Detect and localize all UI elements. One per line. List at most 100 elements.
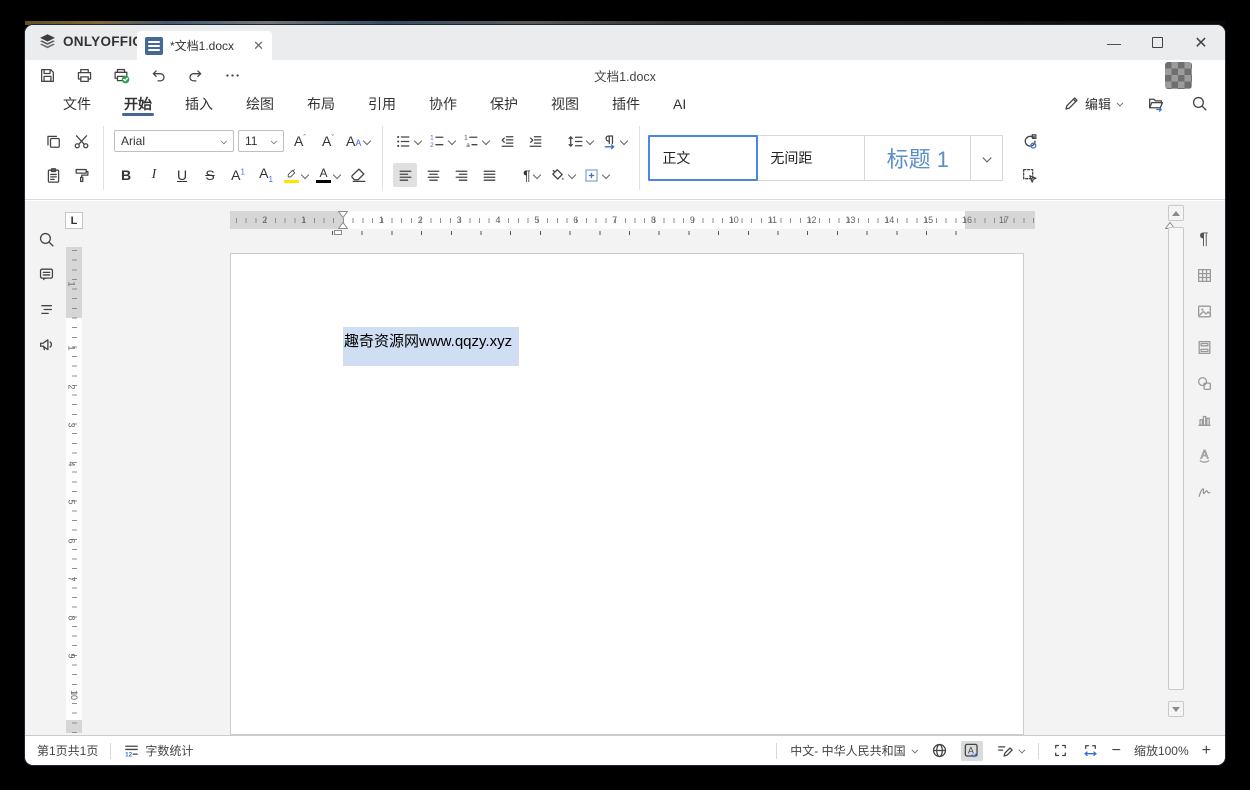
- word-count-button[interactable]: 12 字数统计: [123, 742, 193, 759]
- clear-style-button[interactable]: [346, 163, 370, 187]
- font-size-select[interactable]: 11: [238, 130, 284, 152]
- language-selector[interactable]: 中文- 中华人民共和国: [790, 742, 917, 759]
- borders-button[interactable]: [581, 163, 611, 187]
- ruler-number: 10: [728, 215, 739, 225]
- font-color-button[interactable]: A: [314, 163, 342, 187]
- style-heading1[interactable]: 标题 1: [865, 135, 972, 181]
- italic-button[interactable]: I: [142, 163, 166, 187]
- scroll-up-button[interactable]: [1168, 205, 1184, 221]
- zoom-label[interactable]: 缩放100%: [1134, 742, 1189, 759]
- first-line-indent-marker[interactable]: [338, 211, 348, 218]
- align-center-button[interactable]: [421, 163, 445, 187]
- zoom-out-button[interactable]: −: [1112, 742, 1121, 760]
- style-gallery-expand-button[interactable]: [971, 135, 1004, 181]
- increase-font-size-button[interactable]: Aˆ: [288, 129, 312, 153]
- more-actions-button[interactable]: [220, 63, 244, 87]
- fit-page-button[interactable]: [1052, 742, 1069, 759]
- find-replace-button[interactable]: [1017, 129, 1041, 153]
- scrollbar-thumb[interactable]: [1168, 227, 1184, 690]
- user-avatar[interactable]: [1165, 62, 1192, 89]
- superscript-button[interactable]: A1: [226, 163, 250, 187]
- tab-stop-selector[interactable]: L: [65, 212, 83, 229]
- select-all-button[interactable]: [1017, 163, 1041, 187]
- tab-close-icon[interactable]: ✕: [253, 38, 264, 54]
- numbered-list-button[interactable]: 12: [427, 129, 457, 153]
- tab-protection[interactable]: 保护: [478, 90, 530, 117]
- find-panel-button[interactable]: [33, 227, 59, 251]
- undo-button[interactable]: [146, 63, 170, 87]
- set-document-language-button[interactable]: [931, 742, 948, 759]
- minimize-button[interactable]: —: [1106, 35, 1122, 51]
- editing-mode-dropdown[interactable]: 编辑: [1063, 94, 1123, 113]
- print-button[interactable]: [72, 63, 96, 87]
- save-button[interactable]: [35, 63, 59, 87]
- tab-file[interactable]: 文件: [51, 90, 103, 117]
- quick-print-button[interactable]: [109, 63, 133, 87]
- redo-button[interactable]: [183, 63, 207, 87]
- justify-button[interactable]: [477, 163, 501, 187]
- font-name-select[interactable]: Arial: [114, 130, 234, 152]
- tab-plugins[interactable]: 插件: [600, 90, 652, 117]
- tab-collaboration[interactable]: 协作: [417, 90, 469, 117]
- tab-home[interactable]: 开始: [112, 90, 164, 117]
- navigation-panel-button[interactable]: [33, 297, 59, 321]
- tab-draw[interactable]: 绘图: [234, 90, 286, 117]
- format-painter-button[interactable]: [69, 163, 93, 187]
- document-tab[interactable]: *文档1.docx ✕: [137, 31, 272, 60]
- vertical-scrollbar[interactable]: [1168, 205, 1184, 733]
- search-icon[interactable]: [1187, 92, 1211, 116]
- paragraph-direction-button[interactable]: [599, 129, 629, 153]
- copy-button[interactable]: [41, 129, 65, 153]
- multilevel-list-button[interactable]: 1a: [461, 129, 491, 153]
- text-art-settings-button[interactable]: A: [1191, 443, 1217, 467]
- header-footer-settings-button[interactable]: [1191, 335, 1217, 359]
- open-file-location-button[interactable]: [1143, 92, 1167, 116]
- chart-settings-button[interactable]: [1191, 407, 1217, 431]
- tab-references[interactable]: 引用: [356, 90, 408, 117]
- highlight-color-button[interactable]: [282, 163, 310, 187]
- paragraph-settings-button[interactable]: ¶: [1191, 227, 1217, 251]
- underline-button[interactable]: U: [170, 163, 194, 187]
- spell-check-button[interactable]: A: [960, 740, 983, 761]
- decrease-indent-button[interactable]: [495, 129, 519, 153]
- line-spacing-button[interactable]: [565, 129, 595, 153]
- bold-button[interactable]: B: [114, 163, 138, 187]
- maximize-button[interactable]: [1152, 37, 1163, 48]
- strikethrough-button[interactable]: S: [198, 163, 222, 187]
- subscript-button[interactable]: A1: [254, 163, 278, 187]
- close-button[interactable]: ✕: [1193, 33, 1209, 53]
- align-left-button[interactable]: [393, 163, 418, 187]
- fit-width-button[interactable]: [1082, 742, 1099, 759]
- feedback-button[interactable]: [33, 332, 59, 356]
- change-case-button[interactable]: AA: [344, 129, 372, 153]
- h-ruler[interactable]: 2 1 1 2 3 4 5 6 7 8 9 10 11 12 13 14 15 16 17: [230, 211, 1175, 229]
- scroll-down-button[interactable]: [1168, 701, 1184, 717]
- page-info[interactable]: 第1页共1页: [37, 742, 98, 759]
- nonprinting-characters-button[interactable]: ¶: [519, 163, 543, 187]
- shape-settings-button[interactable]: [1191, 371, 1217, 395]
- v-ruler[interactable]: 1 1 2 3 4 5 6 7 8 9 10: [66, 247, 82, 733]
- comments-panel-button[interactable]: [33, 262, 59, 286]
- shading-button[interactable]: [547, 163, 577, 187]
- style-no-spacing[interactable]: 无间距: [758, 135, 866, 181]
- text-selection[interactable]: 趣奇资源网www.qqzy.xyz: [343, 327, 519, 366]
- table-settings-button[interactable]: [1191, 263, 1217, 287]
- zoom-in-button[interactable]: +: [1202, 742, 1211, 760]
- document-page[interactable]: 趣奇资源网www.qqzy.xyz: [230, 253, 1024, 735]
- image-settings-button[interactable]: [1191, 299, 1217, 323]
- tab-view[interactable]: 视图: [539, 90, 591, 117]
- paste-button[interactable]: [41, 163, 65, 187]
- signature-settings-button[interactable]: [1191, 479, 1217, 503]
- tab-ai[interactable]: AI: [661, 90, 698, 117]
- align-right-button[interactable]: [449, 163, 473, 187]
- tab-layout[interactable]: 布局: [295, 90, 347, 117]
- bullets-button[interactable]: [393, 129, 423, 153]
- increase-indent-button[interactable]: [523, 129, 547, 153]
- track-changes-button[interactable]: [996, 742, 1025, 759]
- decrease-font-size-button[interactable]: Aˇ: [316, 129, 340, 153]
- left-indent-marker[interactable]: [338, 222, 348, 229]
- tab-insert[interactable]: 插入: [173, 90, 225, 117]
- document-text[interactable]: 趣奇资源网www.qqzy.xyz: [343, 327, 519, 351]
- style-normal[interactable]: 正文: [648, 135, 759, 181]
- cut-button[interactable]: [69, 129, 93, 153]
